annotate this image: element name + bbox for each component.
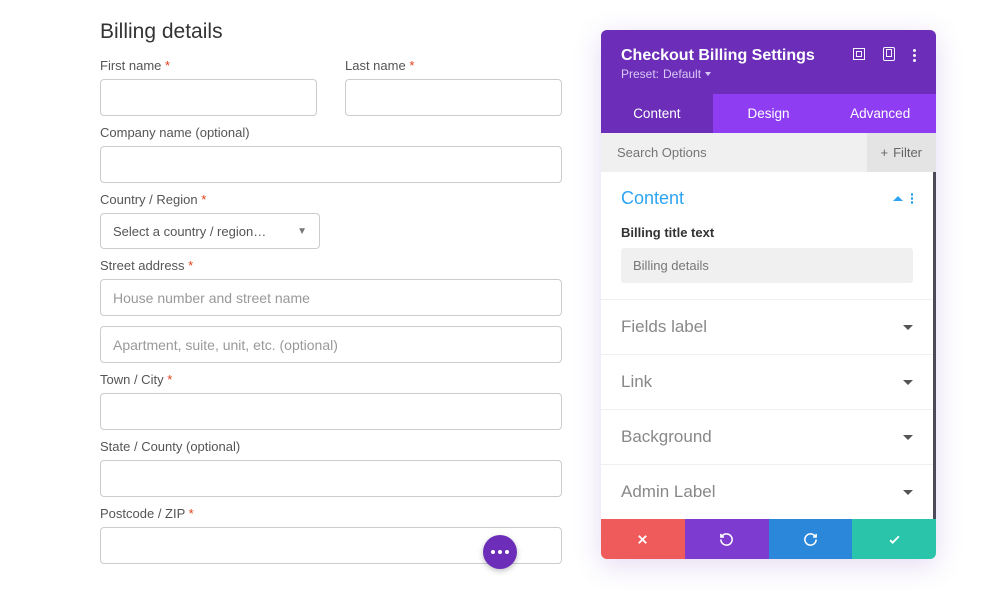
plus-icon: + (881, 145, 889, 160)
required-asterisk: * (409, 58, 414, 73)
more-icon (491, 550, 509, 554)
close-icon (635, 532, 650, 547)
required-asterisk: * (167, 372, 172, 387)
state-label: State / County (optional) (100, 439, 562, 454)
chevron-down-icon (903, 380, 913, 385)
accordion-link[interactable]: Link (601, 354, 933, 409)
accordion-background[interactable]: Background (601, 409, 933, 464)
tab-content[interactable]: Content (601, 94, 713, 133)
expand-icon[interactable] (853, 48, 865, 63)
chevron-down-icon: ▼ (297, 226, 307, 237)
last-name-label: Last name * (345, 58, 562, 73)
close-button[interactable] (601, 519, 685, 559)
billing-title-input[interactable] (621, 248, 913, 283)
chevron-down-icon (903, 435, 913, 440)
panel-actions (601, 519, 936, 559)
caret-down-icon (705, 72, 711, 76)
undo-button[interactable] (685, 519, 769, 559)
accordion-admin-label[interactable]: Admin Label (601, 464, 933, 519)
name-row: First name * Last name * (100, 58, 562, 125)
required-asterisk: * (201, 192, 206, 207)
billing-title: Billing details (100, 20, 562, 44)
more-options-icon[interactable] (913, 49, 916, 62)
town-label: Town / City * (100, 372, 562, 387)
panel-header: Checkout Billing Settings Preset: Defaul… (601, 30, 936, 94)
section-content-header[interactable]: Content (601, 172, 933, 225)
first-name-label: First name * (100, 58, 317, 73)
settings-panel: Checkout Billing Settings Preset: Defaul… (601, 30, 936, 559)
undo-icon (719, 532, 734, 547)
save-button[interactable] (852, 519, 936, 559)
tab-design[interactable]: Design (713, 94, 825, 133)
company-input[interactable] (100, 146, 562, 183)
section-more-icon[interactable] (911, 193, 914, 204)
preset-selector[interactable]: Preset: Default (621, 67, 916, 81)
country-select[interactable]: Select a country / region… ▼ (100, 213, 320, 249)
panel-tabs: Content Design Advanced (601, 94, 936, 133)
required-asterisk: * (188, 258, 193, 273)
responsive-icon[interactable] (883, 47, 895, 64)
floating-action-button[interactable] (483, 535, 517, 569)
street-label: Street address * (100, 258, 562, 273)
street-address-2-input[interactable] (100, 326, 562, 363)
first-name-input[interactable] (100, 79, 317, 116)
search-row: + Filter (601, 133, 936, 172)
chevron-down-icon (903, 325, 913, 330)
redo-button[interactable] (769, 519, 853, 559)
company-label: Company name (optional) (100, 125, 562, 140)
last-name-input[interactable] (345, 79, 562, 116)
billing-form: Billing details First name * Last name *… (100, 20, 562, 573)
billing-title-label: Billing title text (621, 225, 913, 240)
accordion-fields-label[interactable]: Fields label (601, 299, 933, 354)
panel-title: Checkout Billing Settings (621, 47, 815, 65)
filter-button[interactable]: + Filter (867, 133, 936, 172)
country-label: Country / Region * (100, 192, 562, 207)
required-asterisk: * (165, 58, 170, 73)
postcode-label: Postcode / ZIP * (100, 506, 562, 521)
street-address-1-input[interactable] (100, 279, 562, 316)
check-icon (887, 532, 902, 547)
required-asterisk: * (189, 506, 194, 521)
redo-icon (803, 532, 818, 547)
town-input[interactable] (100, 393, 562, 430)
billing-title-subsection: Billing title text (601, 225, 933, 299)
chevron-down-icon (903, 490, 913, 495)
country-select-value: Select a country / region… (113, 224, 266, 239)
chevron-up-icon (893, 196, 903, 201)
search-input[interactable] (601, 133, 867, 172)
tab-advanced[interactable]: Advanced (824, 94, 936, 133)
state-input[interactable] (100, 460, 562, 497)
